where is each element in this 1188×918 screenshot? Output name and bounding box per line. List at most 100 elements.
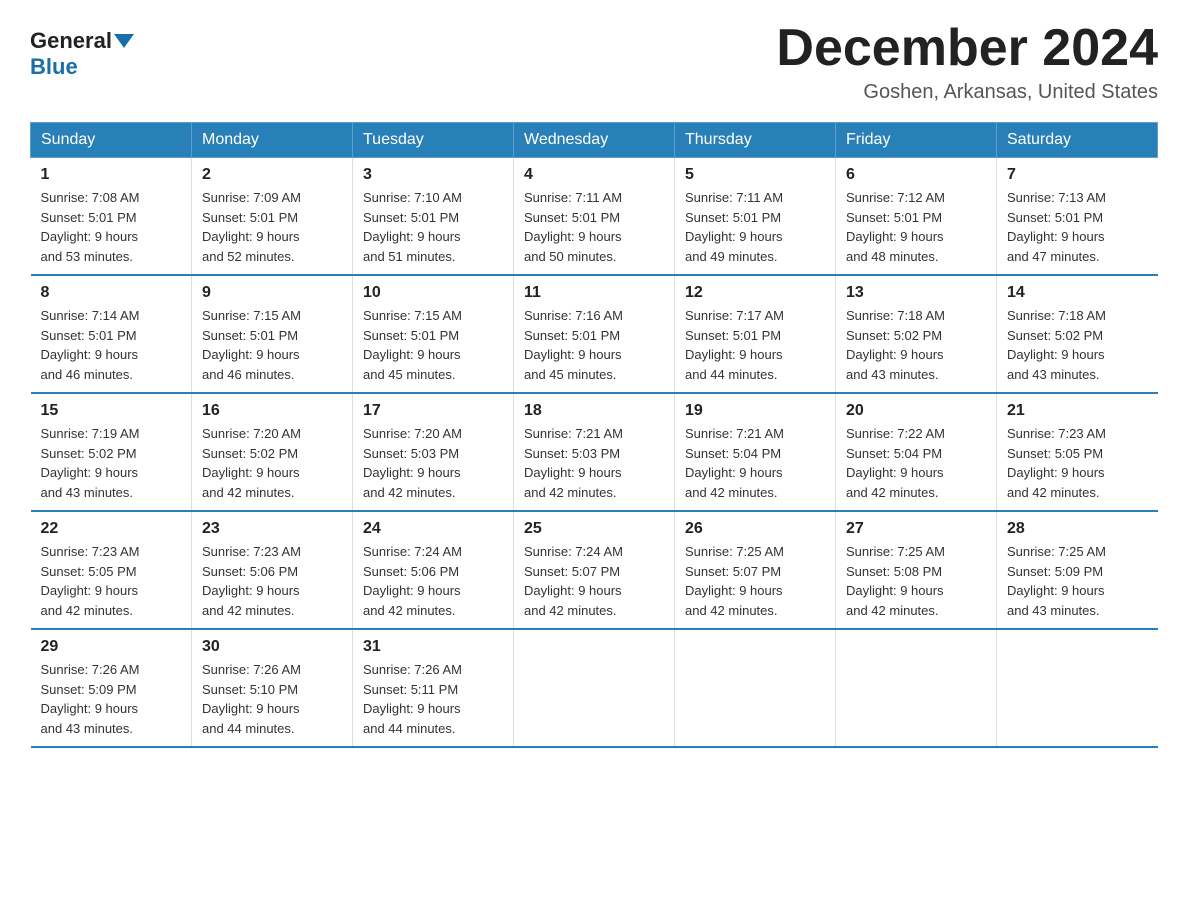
- calendar-cell: 30 Sunrise: 7:26 AMSunset: 5:10 PMDayligh…: [192, 629, 353, 747]
- header-day-friday: Friday: [836, 123, 997, 158]
- day-info: Sunrise: 7:12 AMSunset: 5:01 PMDaylight:…: [846, 188, 986, 266]
- header-day-sunday: Sunday: [31, 123, 192, 158]
- calendar-cell: 13 Sunrise: 7:18 AMSunset: 5:02 PMDayligh…: [836, 275, 997, 393]
- calendar-cell: 11Sunrise: 7:16 AMSunset: 5:01 PMDayligh…: [514, 275, 675, 393]
- day-number: 4: [524, 166, 664, 184]
- day-info: Sunrise: 7:18 AMSunset: 5:02 PMDaylight:…: [1007, 306, 1148, 384]
- day-number: 5: [685, 166, 825, 184]
- day-number: 14: [1007, 284, 1148, 302]
- day-info: Sunrise: 7:13 AMSunset: 5:01 PMDaylight:…: [1007, 188, 1148, 266]
- day-number: 24: [363, 520, 503, 538]
- calendar-cell: 18Sunrise: 7:21 AMSunset: 5:03 PMDayligh…: [514, 393, 675, 511]
- page-header: General Blue December 2024 Goshen, Arkan…: [30, 20, 1158, 104]
- day-number: 31: [363, 638, 503, 656]
- header-day-monday: Monday: [192, 123, 353, 158]
- header-day-tuesday: Tuesday: [353, 123, 514, 158]
- calendar-cell: 12Sunrise: 7:17 AMSunset: 5:01 PMDayligh…: [675, 275, 836, 393]
- week-row-1: 1Sunrise: 7:08 AMSunset: 5:01 PMDaylight…: [31, 158, 1158, 276]
- day-number: 9: [202, 284, 342, 302]
- day-number: 22: [41, 520, 182, 538]
- day-info: Sunrise: 7:11 AMSunset: 5:01 PMDaylight:…: [685, 188, 825, 266]
- header-day-wednesday: Wednesday: [514, 123, 675, 158]
- day-info: Sunrise: 7:23 AMSunset: 5:06 PMDaylight:…: [202, 542, 342, 620]
- calendar-cell: [836, 629, 997, 747]
- day-info: Sunrise: 7:22 AMSunset: 5:04 PMDaylight:…: [846, 424, 986, 502]
- day-info: Sunrise: 7:26 AMSunset: 5:09 PMDaylight:…: [41, 660, 182, 738]
- calendar-cell: 4 Sunrise: 7:11 AMSunset: 5:01 PMDaylight…: [514, 158, 675, 276]
- week-row-3: 15Sunrise: 7:19 AMSunset: 5:02 PMDayligh…: [31, 393, 1158, 511]
- calendar-cell: [514, 629, 675, 747]
- calendar-cell: 19Sunrise: 7:21 AMSunset: 5:04 PMDayligh…: [675, 393, 836, 511]
- day-info: Sunrise: 7:26 AMSunset: 5:10 PMDaylight:…: [202, 660, 342, 738]
- day-number: 27: [846, 520, 986, 538]
- day-number: 1: [41, 166, 182, 184]
- day-info: Sunrise: 7:25 AMSunset: 5:08 PMDaylight:…: [846, 542, 986, 620]
- day-number: 13: [846, 284, 986, 302]
- logo-arrow-icon: [114, 34, 134, 48]
- header-day-thursday: Thursday: [675, 123, 836, 158]
- calendar-cell: 8 Sunrise: 7:14 AMSunset: 5:01 PMDaylight…: [31, 275, 192, 393]
- calendar-cell: 3Sunrise: 7:10 AMSunset: 5:01 PMDaylight…: [353, 158, 514, 276]
- day-info: Sunrise: 7:15 AMSunset: 5:01 PMDaylight:…: [202, 306, 342, 384]
- calendar-cell: 25 Sunrise: 7:24 AMSunset: 5:07 PMDayligh…: [514, 511, 675, 629]
- logo-general-text: General: [30, 28, 112, 54]
- day-number: 17: [363, 402, 503, 420]
- calendar-cell: 16 Sunrise: 7:20 AMSunset: 5:02 PMDayligh…: [192, 393, 353, 511]
- day-info: Sunrise: 7:17 AMSunset: 5:01 PMDaylight:…: [685, 306, 825, 384]
- day-info: Sunrise: 7:21 AMSunset: 5:03 PMDaylight:…: [524, 424, 664, 502]
- day-number: 10: [363, 284, 503, 302]
- day-info: Sunrise: 7:15 AMSunset: 5:01 PMDaylight:…: [363, 306, 503, 384]
- calendar-table: SundayMondayTuesdayWednesdayThursdayFrid…: [30, 122, 1158, 748]
- day-info: Sunrise: 7:10 AMSunset: 5:01 PMDaylight:…: [363, 188, 503, 266]
- day-number: 8: [41, 284, 182, 302]
- calendar-cell: 23 Sunrise: 7:23 AMSunset: 5:06 PMDayligh…: [192, 511, 353, 629]
- header-row: SundayMondayTuesdayWednesdayThursdayFrid…: [31, 123, 1158, 158]
- day-info: Sunrise: 7:25 AMSunset: 5:09 PMDaylight:…: [1007, 542, 1148, 620]
- calendar-cell: 20 Sunrise: 7:22 AMSunset: 5:04 PMDayligh…: [836, 393, 997, 511]
- calendar-cell: 7Sunrise: 7:13 AMSunset: 5:01 PMDaylight…: [997, 158, 1158, 276]
- day-info: Sunrise: 7:25 AMSunset: 5:07 PMDaylight:…: [685, 542, 825, 620]
- calendar-cell: [997, 629, 1158, 747]
- header-day-saturday: Saturday: [997, 123, 1158, 158]
- day-number: 21: [1007, 402, 1148, 420]
- calendar-cell: 17Sunrise: 7:20 AMSunset: 5:03 PMDayligh…: [353, 393, 514, 511]
- calendar-cell: 29 Sunrise: 7:26 AMSunset: 5:09 PMDayligh…: [31, 629, 192, 747]
- day-info: Sunrise: 7:14 AMSunset: 5:01 PMDaylight:…: [41, 306, 182, 384]
- day-info: Sunrise: 7:26 AMSunset: 5:11 PMDaylight:…: [363, 660, 503, 738]
- calendar-cell: 26 Sunrise: 7:25 AMSunset: 5:07 PMDayligh…: [675, 511, 836, 629]
- calendar-cell: 31 Sunrise: 7:26 AMSunset: 5:11 PMDayligh…: [353, 629, 514, 747]
- day-number: 19: [685, 402, 825, 420]
- day-info: Sunrise: 7:23 AMSunset: 5:05 PMDaylight:…: [41, 542, 182, 620]
- logo-blue-text: Blue: [30, 54, 78, 80]
- day-number: 29: [41, 638, 182, 656]
- day-number: 6: [846, 166, 986, 184]
- calendar-cell: 15Sunrise: 7:19 AMSunset: 5:02 PMDayligh…: [31, 393, 192, 511]
- day-number: 16: [202, 402, 342, 420]
- calendar-cell: 14 Sunrise: 7:18 AMSunset: 5:02 PMDayligh…: [997, 275, 1158, 393]
- day-number: 25: [524, 520, 664, 538]
- day-info: Sunrise: 7:20 AMSunset: 5:02 PMDaylight:…: [202, 424, 342, 502]
- day-number: 2: [202, 166, 342, 184]
- calendar-cell: 9 Sunrise: 7:15 AMSunset: 5:01 PMDaylight…: [192, 275, 353, 393]
- week-row-5: 29 Sunrise: 7:26 AMSunset: 5:09 PMDayligh…: [31, 629, 1158, 747]
- calendar-body: 1Sunrise: 7:08 AMSunset: 5:01 PMDaylight…: [31, 158, 1158, 748]
- day-number: 20: [846, 402, 986, 420]
- calendar-cell: 28Sunrise: 7:25 AMSunset: 5:09 PMDayligh…: [997, 511, 1158, 629]
- calendar-cell: [675, 629, 836, 747]
- day-info: Sunrise: 7:24 AMSunset: 5:07 PMDaylight:…: [524, 542, 664, 620]
- week-row-2: 8 Sunrise: 7:14 AMSunset: 5:01 PMDaylight…: [31, 275, 1158, 393]
- day-number: 23: [202, 520, 342, 538]
- calendar-cell: 2 Sunrise: 7:09 AMSunset: 5:01 PMDaylight…: [192, 158, 353, 276]
- day-number: 11: [524, 284, 664, 302]
- day-info: Sunrise: 7:18 AMSunset: 5:02 PMDaylight:…: [846, 306, 986, 384]
- day-number: 15: [41, 402, 182, 420]
- day-info: Sunrise: 7:11 AMSunset: 5:01 PMDaylight:…: [524, 188, 664, 266]
- calendar-header: SundayMondayTuesdayWednesdayThursdayFrid…: [31, 123, 1158, 158]
- calendar-cell: 24Sunrise: 7:24 AMSunset: 5:06 PMDayligh…: [353, 511, 514, 629]
- day-info: Sunrise: 7:09 AMSunset: 5:01 PMDaylight:…: [202, 188, 342, 266]
- day-number: 30: [202, 638, 342, 656]
- month-title: December 2024: [776, 20, 1158, 77]
- day-number: 26: [685, 520, 825, 538]
- calendar-cell: 27 Sunrise: 7:25 AMSunset: 5:08 PMDayligh…: [836, 511, 997, 629]
- title-block: December 2024 Goshen, Arkansas, United S…: [776, 20, 1158, 104]
